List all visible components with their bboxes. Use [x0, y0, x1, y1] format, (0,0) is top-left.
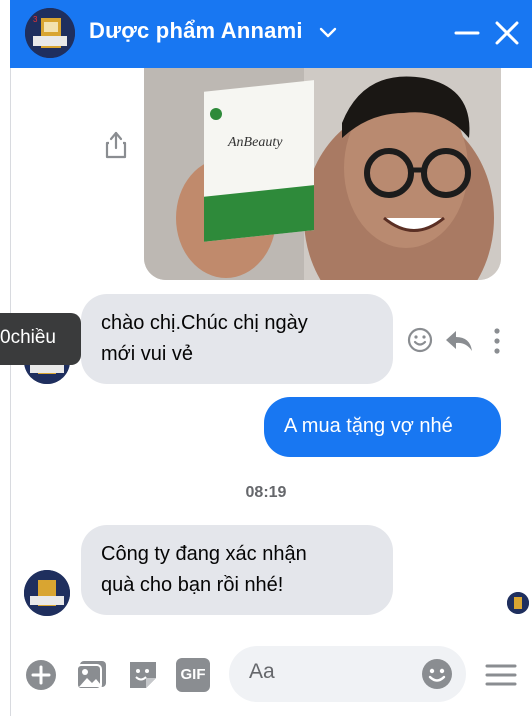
message-line: Công ty đang xác nhận [101, 543, 307, 565]
menu-icon[interactable] [484, 658, 518, 692]
seen-avatar [507, 592, 529, 614]
incoming-message[interactable]: chào chị.Chúc chị ngày mới vui vẻ [81, 294, 393, 384]
page-avatar[interactable]: 3 [25, 8, 75, 58]
page-title[interactable]: Dược phẩm Annami [89, 18, 303, 44]
plus-icon[interactable] [24, 658, 58, 692]
shared-photo[interactable]: AnBeauty [144, 68, 501, 280]
chevron-down-icon[interactable] [318, 22, 338, 42]
time-tooltip: 0chiều [0, 313, 81, 365]
svg-text:3: 3 [33, 15, 38, 24]
image-icon[interactable] [75, 658, 109, 692]
message-line: mới vui vẻ [101, 343, 194, 365]
message-placeholder: Aa [249, 660, 275, 683]
minimize-icon[interactable] [454, 20, 480, 46]
gif-icon[interactable]: GIF [176, 658, 210, 692]
chat-header: 3 Dược phẩm Annami [10, 0, 532, 68]
sticker-icon[interactable] [126, 658, 160, 692]
incoming-message[interactable]: Công ty đang xác nhận quà cho bạn rồi nh… [81, 525, 393, 615]
sender-avatar[interactable] [24, 570, 70, 616]
message-actions [406, 324, 516, 358]
message-input[interactable]: Aa [229, 646, 466, 702]
composer-bar: GIF Aa [10, 636, 532, 716]
emoji-icon[interactable] [421, 658, 453, 690]
more-icon[interactable] [490, 326, 504, 356]
product-label: AnBeauty [227, 135, 283, 150]
share-icon[interactable] [104, 130, 128, 160]
reply-icon[interactable] [444, 328, 474, 354]
timestamp: 08:19 [245, 484, 287, 501]
message-line: chào chị.Chúc chị ngày [101, 312, 308, 334]
outgoing-message[interactable]: A mua tặng vợ nhé [264, 397, 501, 457]
close-icon[interactable] [494, 20, 520, 46]
chat-frame-border [10, 68, 11, 716]
message-line: quà cho bạn rồi nhé! [101, 574, 284, 596]
message-text: A mua tặng vợ nhé [284, 415, 453, 437]
smile-icon[interactable] [406, 326, 434, 354]
